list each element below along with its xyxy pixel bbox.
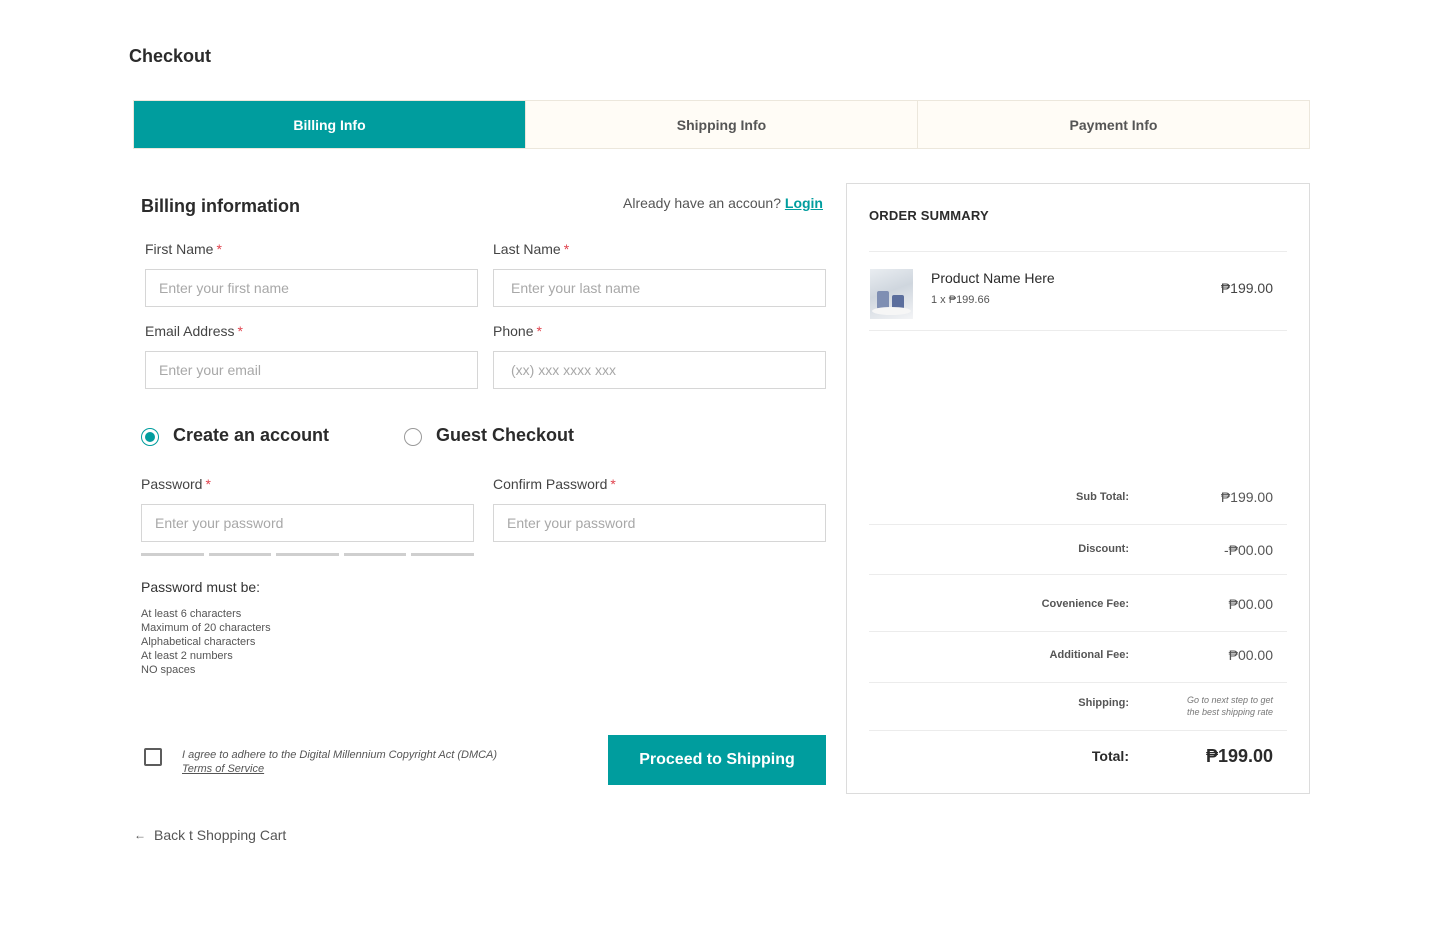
create-account-radio[interactable] [141,427,159,446]
terms-of-service-link[interactable]: Terms of Service [182,763,264,775]
divider [869,251,1287,252]
product-qty-price: 1 x ₱199.66 [931,294,990,306]
strength-segment [411,553,474,556]
password-input[interactable] [141,504,474,542]
product-name: Product Name Here [931,270,1055,286]
page-title: Checkout [129,46,212,66]
billing-section-title: Billing information [141,196,300,216]
convenience-fee-label: Covenience Fee: [1041,598,1129,610]
subtotal-label: Sub Total: [1076,491,1129,503]
password-rule: Alphabetical characters [141,636,256,648]
divider [869,524,1287,525]
divider [869,682,1287,683]
shipping-note-line: the best shipping rate [1186,707,1273,717]
confirm-password-label-text: Confirm Password [493,476,608,492]
password-rule: Maximum of 20 characters [141,622,271,634]
password-label: Password * [141,476,211,492]
email-label-text: Email Address [145,323,235,339]
shipping-label: Shipping: [1078,697,1129,709]
additional-fee-value: ₱00.00 [1228,647,1273,663]
strength-segment [343,553,407,556]
order-summary-panel: ORDER SUMMARY Product Name Here 1 x ₱199… [846,183,1310,794]
total-label: Total: [1091,748,1129,764]
required-marker: * [610,476,616,492]
confirm-password-label: Confirm Password * [493,476,616,492]
tab-billing-info[interactable]: Billing Info [134,101,525,148]
radio-selected-dot [145,431,155,442]
required-marker: * [205,476,211,492]
divider [869,574,1287,575]
password-rule: At least 2 numbers [141,650,233,662]
first-name-input[interactable] [145,269,478,307]
strength-segment [141,553,204,556]
back-to-cart-label: Back t Shopping Cart [154,827,287,843]
phone-label-text: Phone [493,323,534,339]
password-strength-meter [141,553,474,556]
create-account-label: Create an account [173,425,330,445]
create-account-option[interactable]: Create an account [141,425,329,446]
first-name-label-text: First Name [145,241,214,257]
first-name-label: First Name * [145,241,222,257]
checkout-steps: Billing Info Shipping Info Payment Info [133,100,1310,149]
required-marker: * [216,241,222,257]
product-price: ₱199.00 [1220,280,1273,296]
email-input[interactable] [145,351,478,389]
password-rule: NO spaces [141,664,196,676]
divider [869,631,1287,632]
shipping-note-line: Go to next step to get [1186,695,1273,705]
agreement-text: I agree to adhere to the Digital Millenn… [182,748,497,776]
password-label-text: Password [141,476,203,492]
login-prompt-text: Already have an accoun? [623,195,781,211]
phone-input[interactable] [493,351,826,389]
shipping-note: Go to next step to get the best shipping… [1163,694,1273,718]
total-value: ₱199.00 [1205,746,1273,766]
login-link[interactable]: Login [785,195,823,211]
last-name-label-text: Last Name [493,241,561,257]
divider [869,730,1287,731]
subtotal-value: ₱199.00 [1220,489,1273,505]
guest-checkout-label: Guest Checkout [436,425,575,445]
required-marker: * [237,323,243,339]
password-rules-title: Password must be: [141,579,261,595]
strength-segment [276,553,339,556]
agreement-label: I agree to adhere to the Digital Millenn… [182,749,498,761]
confirm-password-input[interactable] [493,504,826,542]
phone-label: Phone * [493,323,542,339]
product-thumbnail [870,269,913,319]
required-marker: * [563,241,570,257]
login-prompt: Already have an accoun? Login [623,195,823,211]
back-to-cart-link[interactable]: ← Back t Shopping Cart [134,827,286,843]
password-rule: At least 6 characters [141,608,242,620]
agreement-checkbox[interactable] [144,748,162,766]
tab-payment-info[interactable]: Payment Info [917,101,1309,148]
thumb-plate [872,307,911,315]
last-name-input[interactable] [493,269,826,307]
required-marker: * [536,323,542,339]
order-summary-title: ORDER SUMMARY [869,208,989,223]
email-label: Email Address * [145,323,243,339]
proceed-to-shipping-button[interactable]: Proceed to Shipping [608,735,826,785]
guest-checkout-radio[interactable] [404,427,422,446]
password-rules-list: At least 6 characters Maximum of 20 char… [141,607,271,677]
discount-value: -₱00.00 [1223,542,1273,558]
tab-shipping-info[interactable]: Shipping Info [525,101,917,148]
discount-label: Discount: [1078,543,1129,555]
arrow-left-icon: ← [134,828,146,842]
guest-checkout-option[interactable]: Guest Checkout [404,425,574,446]
strength-segment [208,553,272,556]
divider [869,330,1287,331]
additional-fee-label: Additional Fee: [1049,649,1129,661]
last-name-label: Last Name * [493,241,569,257]
convenience-fee-value: ₱00.00 [1228,596,1273,612]
